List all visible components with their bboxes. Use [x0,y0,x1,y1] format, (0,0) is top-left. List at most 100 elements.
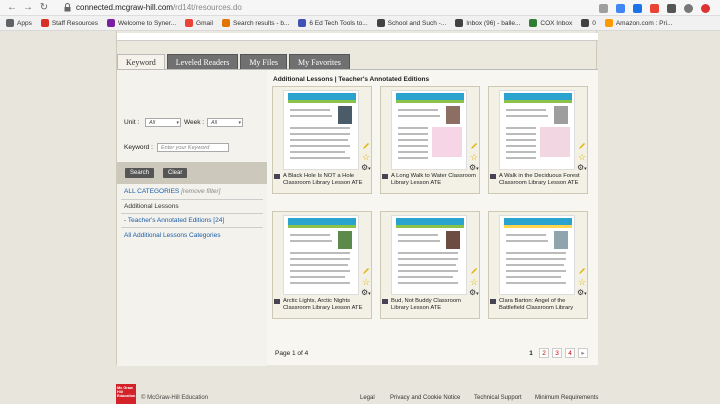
week-select[interactable]: All ▾ [207,118,243,127]
gear-icon[interactable]: ⚙▾ [577,289,587,298]
footer-link-legal[interactable]: Legal [360,395,375,401]
footer-link-privacy[interactable]: Privacy and Cookie Notice [390,395,460,401]
puzzle-icon[interactable] [667,3,676,13]
reload-icon[interactable]: ↻ [38,2,50,14]
gear-icon[interactable]: ⚙▾ [577,164,587,173]
bookmark-zero[interactable]: 0 [581,19,596,27]
bookmark-ed-tech[interactable]: 6 Ed Tech Tools to... [298,19,368,27]
keyword-input[interactable]: Enter your Keyword [157,143,229,152]
document-icon [490,299,496,304]
tab-keyword[interactable]: Keyword [117,54,165,69]
pencil-icon[interactable] [578,267,586,275]
document-icon [382,174,388,179]
page-3-button[interactable]: 3 [552,348,562,358]
bookmark-gmail[interactable]: Gmail [185,19,213,27]
url-field[interactable]: connected.mcgraw-hill.com/rd14t/resource… [76,2,242,14]
divider [121,199,263,200]
url-path: /rd14t/resources.do [172,3,242,12]
extension-icon[interactable] [633,3,642,13]
clear-button[interactable]: Clear [163,168,188,178]
resource-card[interactable]: ☆ ⚙▾ A Black Hole Is NOT a Hole Classroo… [272,86,372,194]
gear-icon[interactable]: ⚙▾ [469,164,479,173]
resource-title[interactable]: Clara Barton: Angel of the Battlefield C… [490,298,587,312]
bookmark-inbox[interactable]: Inbox (96) - balle... [455,19,520,27]
footer-link-requirements[interactable]: Minimum Requirements [535,395,598,401]
account-avatar[interactable] [701,3,710,13]
unit-select[interactable]: All ▾ [145,118,181,127]
pencil-icon[interactable] [470,142,478,150]
resource-thumbnail[interactable] [283,215,359,295]
profile-avatar[interactable] [684,3,693,13]
resource-title[interactable]: A Black Hole Is NOT a Hole Classroom Lib… [274,173,371,187]
resource-thumbnail[interactable] [391,215,467,295]
gmail-icon [185,19,194,27]
back-arrow-icon[interactable]: ← [6,2,18,14]
current-category: Additional Lessons [124,203,179,210]
next-page-button[interactable]: ▸ [578,348,588,358]
bookmark-synergy[interactable]: Welcome to Syner... [106,19,176,27]
resource-card[interactable]: ☆ ⚙▾ A Long Walk to Water Classroom Libr… [380,86,480,194]
bookmark-favicon-icon [455,19,464,27]
bookmark-favicon-icon [222,19,230,27]
resource-card[interactable]: ☆ ⚙▾ A Walk in the Deciduous Forest Clas… [488,86,588,194]
bookmark-cox-inbox[interactable]: COX Inbox [529,19,572,27]
pencil-icon[interactable] [470,267,478,275]
resource-card[interactable]: ☆ ⚙▾ Arctic Lights, Arctic Nights Classr… [272,211,372,319]
pencil-icon[interactable] [578,142,586,150]
all-additional-lessons-link[interactable]: All Additional Lessons Categories [124,232,220,239]
resource-title[interactable]: Arctic Lights, Arctic Nights Classroom L… [274,298,371,312]
footer-link-support[interactable]: Technical Support [474,395,522,401]
resource-title[interactable]: Bud, Not Buddy Classroom Library Lesson … [382,298,479,312]
extension-icon[interactable] [616,3,625,13]
favorite-star-icon[interactable]: ☆ [362,278,370,287]
results-heading: Additional Lessons | Teacher's Annotated… [273,76,430,83]
resource-card[interactable]: ☆ ⚙▾ Clara Barton: Angel of the Battlefi… [488,211,588,319]
bookmark-staff-resources[interactable]: Staff Resources [40,19,98,27]
pencil-icon[interactable] [362,267,370,275]
forward-arrow-icon[interactable]: → [22,2,34,14]
bookmark-favicon-icon [40,19,49,27]
resource-thumbnail[interactable] [283,90,359,170]
address-bar: ← → ↻ connected.mcgraw-hill.com/rd14t/re… [0,0,720,16]
bookmark-apps[interactable]: Apps [6,19,32,27]
apps-grid-icon [6,19,14,27]
remove-filter-link[interactable]: [remove filter] [181,188,220,195]
favorite-star-icon[interactable]: ☆ [470,278,478,287]
tab-my-files[interactable]: My Files [240,54,287,69]
bookmark-search-results[interactable]: Search results - b... [222,19,289,27]
extension-icon[interactable] [599,3,608,13]
lock-icon [64,3,71,12]
top-strip [117,33,598,41]
resource-card[interactable]: ☆ ⚙▾ Bud, Not Buddy Classroom Library Le… [380,211,480,319]
bookmark-amazon[interactable]: Amazon.com : Pri... [604,19,673,27]
search-button[interactable]: Search [125,168,155,178]
gear-icon[interactable]: ⚙▾ [469,289,479,298]
favorite-star-icon[interactable]: ☆ [470,153,478,162]
favorite-star-icon[interactable]: ☆ [578,278,586,287]
extension-icon[interactable] [650,3,659,13]
favorite-star-icon[interactable]: ☆ [578,153,586,162]
page-info: Page 1 of 4 [275,350,309,357]
favorite-star-icon[interactable]: ☆ [362,153,370,162]
tae-category-link[interactable]: - Teacher's Annotated Editions [24] [124,217,224,224]
gear-icon[interactable]: ⚙▾ [361,289,371,298]
tab-leveled-readers[interactable]: Leveled Readers [166,54,239,69]
resource-thumbnail[interactable] [499,90,575,170]
resource-thumbnail[interactable] [499,215,575,295]
page-4-button[interactable]: 4 [565,348,575,358]
gear-icon[interactable]: ⚙▾ [361,164,371,173]
all-categories-link[interactable]: ALL CATEGORIES [remove filter] [124,188,220,195]
page-1-button[interactable]: 1 [526,348,536,358]
url-host: connected.mcgraw-hill.com [76,3,173,12]
amazon-icon [604,19,613,27]
bookmark-school-and-such[interactable]: School and Such -... [376,19,446,27]
bookmark-favicon-icon [298,19,307,27]
filter-button-bar: Search Clear [117,162,267,184]
resource-title[interactable]: A Long Walk to Water Classroom Library L… [382,173,479,187]
bookmark-favicon-icon [581,19,590,27]
resource-title[interactable]: A Walk in the Deciduous Forest Classroom… [490,173,587,187]
tab-my-favorites[interactable]: My Favorites [288,54,350,69]
page-2-button[interactable]: 2 [539,348,549,358]
pencil-icon[interactable] [362,142,370,150]
resource-thumbnail[interactable] [391,90,467,170]
